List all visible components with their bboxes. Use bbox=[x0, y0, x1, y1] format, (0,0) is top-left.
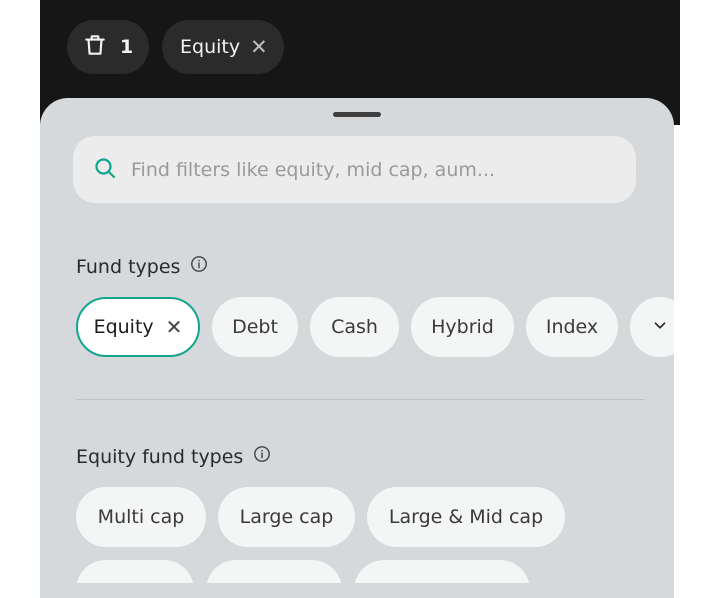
filter-sheet: Fund types Equity ✕ Debt Cash Hybrid bbox=[40, 98, 674, 598]
equity-type-chip-large-cap[interactable]: Large cap bbox=[218, 487, 355, 547]
equity-fund-types-heading: Equity fund types bbox=[76, 445, 271, 468]
fund-type-chip-equity[interactable]: Equity ✕ bbox=[76, 297, 200, 357]
fund-type-chip-index[interactable]: Index bbox=[526, 297, 618, 357]
close-icon[interactable]: ✕ bbox=[250, 35, 268, 59]
chip-label: Debt bbox=[232, 316, 278, 338]
fund-types-heading: Fund types bbox=[76, 255, 208, 278]
equity-fund-types-title: Equity fund types bbox=[76, 445, 244, 468]
fund-type-chip-hybrid[interactable]: Hybrid bbox=[411, 297, 514, 357]
filter-search-input[interactable] bbox=[129, 157, 613, 182]
chip-label: Multi cap bbox=[97, 506, 185, 528]
equity-type-chip[interactable] bbox=[76, 560, 194, 583]
chip-label: Equity bbox=[93, 316, 154, 338]
active-filter-label: Equity bbox=[180, 36, 241, 58]
fund-types-title: Fund types bbox=[76, 255, 181, 278]
chip-label: Large cap bbox=[239, 506, 334, 528]
equity-fund-types-chips: Multi cap Large cap Large & Mid cap bbox=[76, 487, 565, 547]
chip-label: Large & Mid cap bbox=[388, 506, 544, 528]
chevron-down-icon bbox=[651, 316, 669, 339]
search-icon bbox=[93, 156, 117, 184]
fund-types-chips: Equity ✕ Debt Cash Hybrid Index bbox=[76, 297, 674, 357]
info-icon[interactable] bbox=[180, 255, 208, 278]
close-icon[interactable]: ✕ bbox=[166, 315, 183, 339]
fund-type-chip-cash[interactable]: Cash bbox=[310, 297, 399, 357]
equity-type-chip-multi-cap[interactable]: Multi cap bbox=[76, 487, 206, 547]
equity-type-chip-large-mid-cap[interactable]: Large & Mid cap bbox=[367, 487, 565, 547]
active-filter-count: 1 bbox=[120, 36, 134, 58]
sheet-drag-handle[interactable] bbox=[333, 112, 381, 117]
active-filter-chip-equity[interactable]: Equity ✕ bbox=[162, 20, 284, 74]
chip-label: Index bbox=[545, 316, 599, 338]
info-icon[interactable] bbox=[243, 445, 271, 468]
equity-type-chip[interactable] bbox=[206, 560, 342, 583]
section-divider bbox=[76, 399, 645, 400]
chip-label: Hybrid bbox=[431, 316, 494, 338]
clear-filters-button[interactable]: 1 bbox=[67, 20, 149, 74]
chip-label: Cash bbox=[331, 316, 378, 338]
delete-icon bbox=[82, 32, 108, 63]
filter-search-box[interactable] bbox=[73, 136, 636, 203]
equity-fund-types-chips-row-2 bbox=[76, 560, 530, 583]
fund-types-more-button[interactable] bbox=[630, 297, 674, 357]
equity-type-chip[interactable] bbox=[354, 560, 530, 583]
fund-type-chip-debt[interactable]: Debt bbox=[212, 297, 298, 357]
